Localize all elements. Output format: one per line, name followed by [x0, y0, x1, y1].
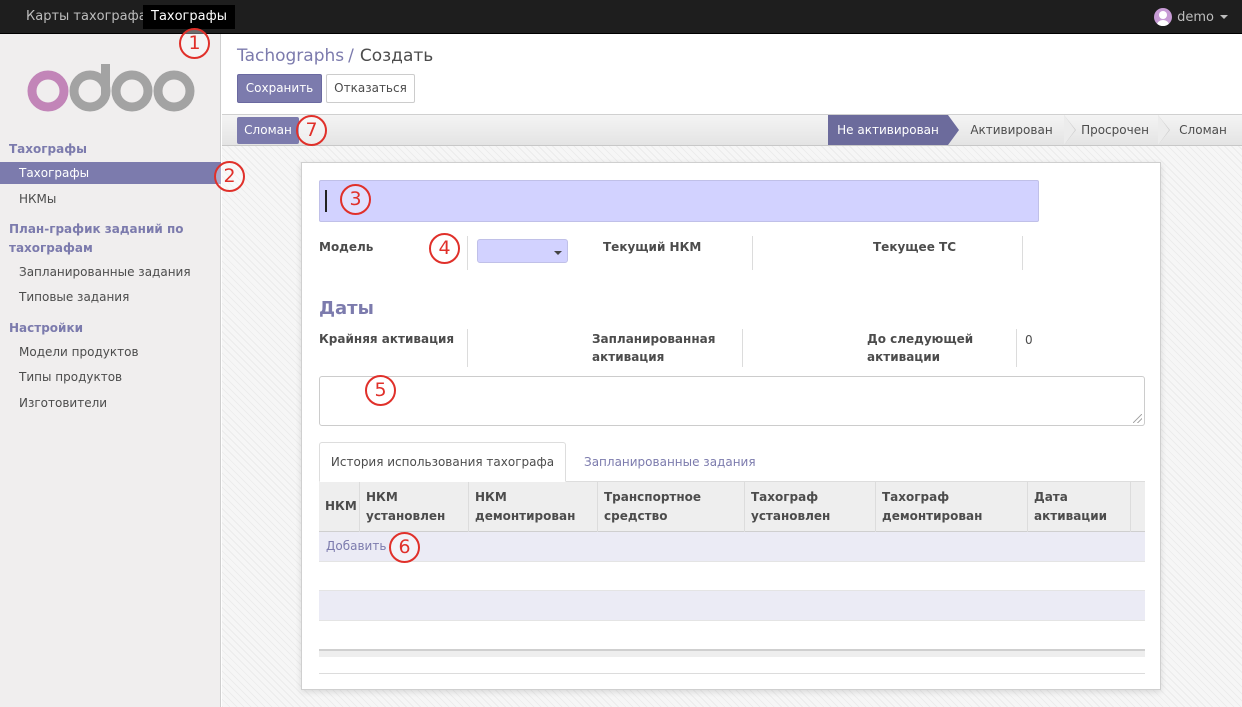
column-header[interactable]: НКМ установлен: [359, 482, 468, 532]
annotation-marker: 4: [429, 233, 460, 264]
divider: [1022, 236, 1023, 270]
avatar: [1154, 8, 1173, 26]
annotation-marker: 5: [365, 375, 396, 406]
model-select[interactable]: [477, 239, 568, 263]
sidebar-section-tachographs: Тахографы: [9, 142, 87, 156]
table-row-add: Добавить: [319, 532, 1145, 562]
dates-section-title: Даты: [319, 298, 374, 319]
stage-label: Не активирован: [837, 123, 939, 137]
caret-down-icon: [1220, 15, 1228, 19]
stage-activated[interactable]: Активирован: [959, 115, 1076, 145]
stage-label: Активирован: [970, 123, 1053, 137]
annotation-marker: 2: [214, 161, 245, 192]
until-next-activation-label: До следующей активации: [867, 332, 974, 364]
text-cursor: [325, 190, 327, 212]
breadcrumb-current: Создать: [359, 46, 434, 66]
column-header[interactable]: Тахограф установлен: [744, 482, 875, 532]
add-line-link[interactable]: Добавить: [326, 539, 386, 553]
menu-tachograph-cards[interactable]: Карты тахографа: [18, 5, 155, 29]
annotation-marker: 3: [340, 184, 371, 215]
column-header[interactable]: Тахограф демонтирован: [875, 482, 1027, 532]
until-next-activation-value: 0: [1025, 333, 1033, 347]
tab-planned-tasks[interactable]: Запланированные задания: [584, 442, 756, 482]
column-header[interactable]: Дата активации: [1027, 482, 1130, 532]
sidebar-section-schedule: План-график заданий по тахографам: [9, 222, 184, 255]
sidebar-item-product-models[interactable]: Модели продуктов: [0, 341, 221, 363]
status-bar: Сломан Не активирован Активирован Просро…: [222, 114, 1242, 146]
annotation-marker: 7: [296, 115, 327, 146]
stage-broken[interactable]: Сломан: [1168, 115, 1238, 145]
divider: [467, 236, 468, 270]
model-label: Модель: [319, 240, 374, 254]
current-vehicle-label: Текущее ТС: [873, 240, 957, 254]
table-bottom-line: [319, 673, 1145, 674]
table-footer: [319, 649, 1145, 657]
user-menu[interactable]: demo: [1154, 8, 1228, 26]
sidebar-item-typical-tasks[interactable]: Типовые задания: [0, 286, 221, 308]
save-button[interactable]: Сохранить: [237, 74, 322, 103]
sidebar: Тахографы Тахографы НКМы План-график зад…: [0, 34, 221, 707]
dropdown-arrow-icon: [554, 251, 562, 255]
sidebar-section-settings: Настройки: [9, 321, 84, 335]
divider: [1016, 329, 1017, 367]
last-activation-label: Крайняя активация: [319, 332, 455, 346]
cancel-button[interactable]: Отказаться: [326, 74, 415, 103]
main-content: Tachographs / Создать Сохранить Отказаться…: [222, 34, 1242, 707]
stage-expired[interactable]: Просрочен: [1072, 115, 1170, 145]
table-row: [319, 620, 1145, 650]
table-header: НКМ НКМ установлен НКМ демонтирован Тран…: [319, 482, 1145, 532]
annotation-marker: 6: [389, 532, 420, 563]
column-header-spacer: [1130, 482, 1145, 532]
sidebar-item-tachographs[interactable]: Тахографы: [0, 162, 221, 184]
breadcrumb: Tachographs / Создать: [237, 46, 433, 66]
mark-broken-button[interactable]: Сломан: [237, 117, 299, 144]
divider: [467, 329, 468, 367]
table-row: [319, 591, 1145, 621]
column-header[interactable]: НКМ демонтирован: [468, 482, 597, 532]
planned-activation-label: Запланированная активация: [592, 332, 716, 364]
notes-textarea[interactable]: [319, 376, 1145, 426]
stage-label: Просрочен: [1081, 123, 1149, 137]
stage-arrow-icon: [948, 115, 959, 145]
current-nkm-label: Текущий НКМ: [603, 240, 702, 254]
sidebar-item-product-types[interactable]: Типы продуктов: [0, 366, 221, 388]
odoo-logo[interactable]: [26, 64, 196, 112]
sidebar-item-nkm[interactable]: НКМы: [0, 188, 221, 210]
stage-label: Сломан: [1179, 123, 1227, 137]
menu-tachographs[interactable]: Тахографы: [143, 5, 235, 29]
stage-not-activated[interactable]: Не активирован: [828, 115, 959, 145]
sidebar-item-planned-tasks[interactable]: Запланированные задания: [0, 261, 221, 283]
breadcrumb-parent-link[interactable]: Tachographs: [237, 46, 344, 66]
user-name: demo: [1177, 9, 1214, 25]
divider: [752, 236, 753, 270]
column-header[interactable]: НКМ: [319, 482, 359, 532]
breadcrumb-separator: /: [348, 46, 354, 66]
name-input[interactable]: [319, 180, 1039, 222]
annotation-marker: 1: [179, 28, 210, 59]
table-row: [319, 561, 1145, 591]
resize-grip-icon[interactable]: [1133, 414, 1142, 423]
sidebar-item-manufacturers[interactable]: Изготовители: [0, 392, 221, 414]
tab-usage-history[interactable]: История использования тахографа: [319, 442, 566, 482]
column-header[interactable]: Транспортное средство: [597, 482, 744, 532]
divider: [742, 329, 743, 367]
